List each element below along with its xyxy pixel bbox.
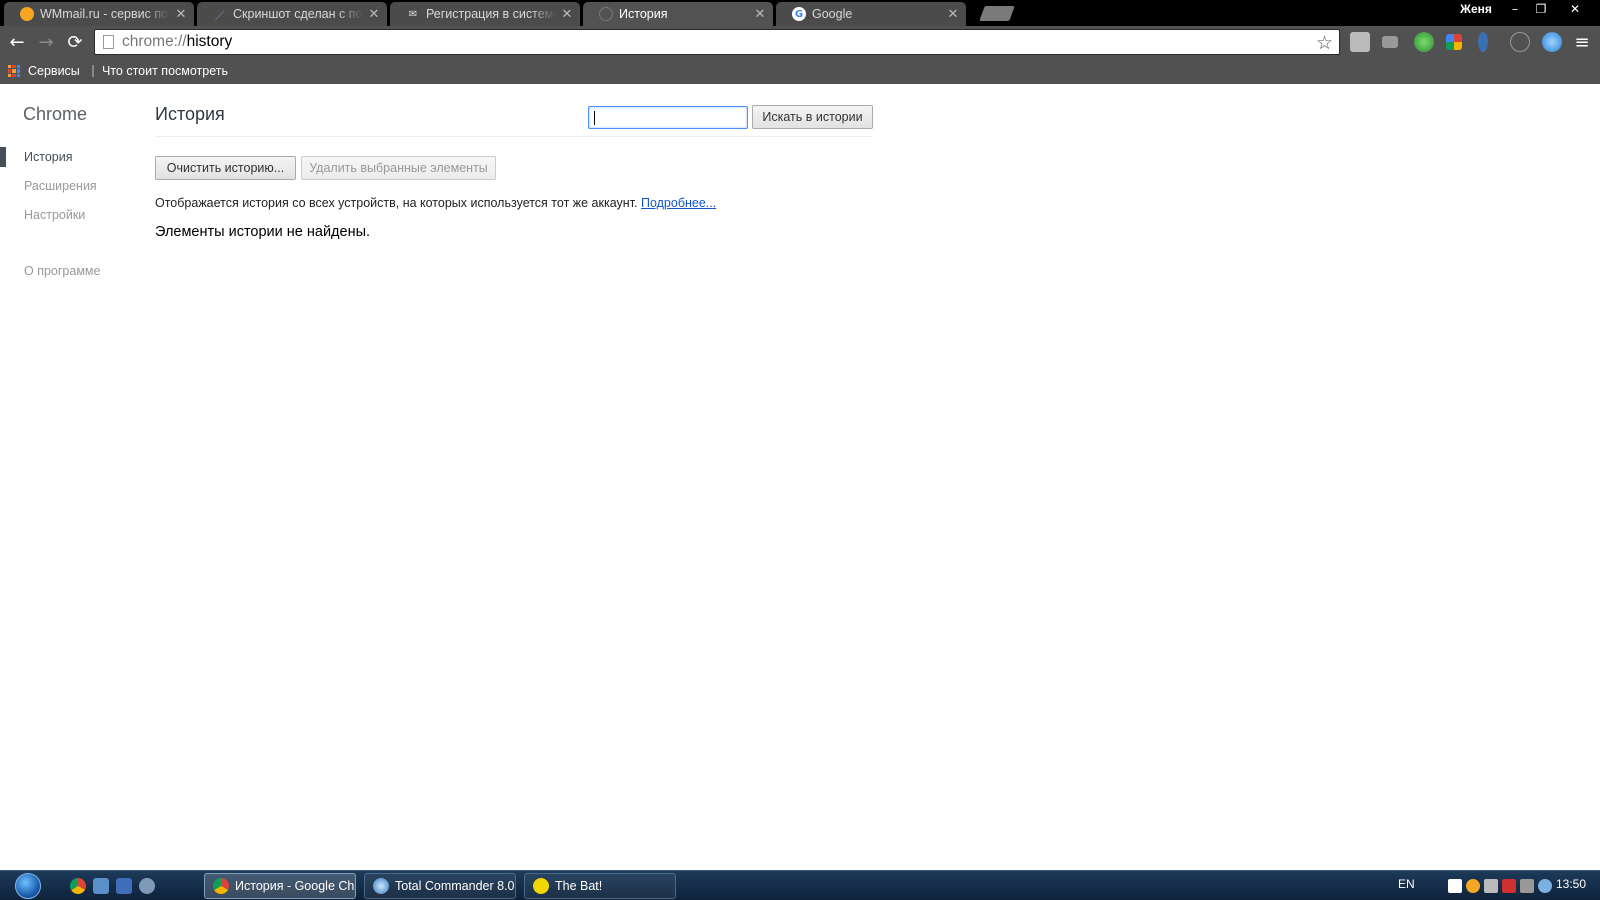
close-icon[interactable]: ✕ (174, 7, 188, 22)
close-window-button[interactable]: ✕ (1560, 0, 1590, 18)
tab-wmmail[interactable]: WMmail.ru - сервис почтовых рассылок ✕ (4, 2, 194, 26)
bookmark-apps[interactable]: Сервисы (8, 58, 80, 84)
document-icon (92, 65, 94, 77)
extension-icon-5[interactable] (1478, 32, 1488, 52)
chrome-quicklaunch-icon[interactable] (70, 878, 86, 894)
page-title: История (155, 104, 225, 124)
sidebar-item-settings[interactable]: Настройки (0, 205, 85, 225)
chrome-icon (213, 878, 229, 894)
taskbar-item-the-bat[interactable]: The Bat! (524, 873, 676, 899)
tab-webmoney[interactable]: ✉ Регистрация в системе WebMoney ✕ (390, 2, 580, 26)
clear-history-button[interactable]: Очистить историю... (155, 156, 296, 180)
tray-icon-6[interactable] (1538, 879, 1552, 893)
desktop-quicklaunch-icon[interactable] (93, 878, 109, 894)
tab-google[interactable]: G Google ✕ (776, 2, 966, 26)
menu-icon[interactable]: ≡ (1570, 30, 1594, 54)
total-commander-icon (373, 878, 389, 894)
tab-title: Скриншот сделан с помощью (233, 7, 363, 21)
sync-info-text: Отображается история со всех устройств, … (155, 196, 717, 210)
taskbar: История - Google Chrome Total Commander … (0, 870, 1600, 900)
restore-button[interactable]: ❐ (1528, 0, 1554, 18)
wmmail-icon (20, 7, 34, 21)
taskbar-item-total-commander[interactable]: Total Commander 8.01 (364, 873, 516, 899)
bookmark-star-icon[interactable]: ☆ (1316, 32, 1333, 54)
sidebar-item-about[interactable]: О программе (0, 261, 100, 281)
bookmarks-bar: Сервисы Что стоит посмотреть (0, 58, 1600, 84)
extension-icon-2[interactable] (1382, 36, 1398, 48)
back-button[interactable]: ← (5, 30, 29, 54)
close-icon[interactable]: ✕ (367, 7, 381, 22)
tab-title: WMmail.ru - сервис почтовых рассылок (40, 7, 170, 21)
taskbar-item-chrome[interactable]: История - Google Chrome (204, 873, 356, 899)
sidebar-item-extensions[interactable]: Расширения (0, 176, 97, 196)
extension-icon-7[interactable] (1542, 32, 1562, 52)
toolbar: ← → ⟳ chrome://history ☆ ≡ (0, 26, 1600, 58)
sidebar-item-history[interactable]: История (0, 147, 72, 167)
clock[interactable]: 13:50 (1556, 877, 1586, 891)
sidebar-title: Chrome (23, 104, 88, 124)
learn-more-link[interactable]: Подробнее... (641, 196, 716, 210)
play-icon[interactable] (1510, 32, 1530, 52)
delete-selected-button[interactable]: Удалить выбранные элементы (301, 156, 496, 180)
tab-title: Google (812, 7, 853, 21)
text-caret (594, 111, 595, 125)
bookmark-what-to-watch[interactable]: Что стоит посмотреть (92, 58, 228, 84)
tab-title: Регистрация в системе WebMoney (426, 7, 556, 21)
tab-title: История (619, 7, 668, 21)
bookmark-label: Что стоит посмотреть (102, 64, 228, 78)
title-divider (155, 136, 873, 137)
extension-icon-1[interactable] (1350, 32, 1370, 52)
new-tab-button[interactable] (979, 6, 1015, 21)
save-quicklaunch-icon[interactable] (116, 878, 132, 894)
start-button[interactable] (12, 871, 44, 900)
reload-button[interactable]: ⟳ (63, 30, 87, 54)
the-bat-icon (533, 878, 549, 894)
close-icon[interactable]: ✕ (946, 7, 960, 22)
minimize-button[interactable]: – (1502, 0, 1528, 18)
history-search-input[interactable] (588, 106, 748, 129)
tray-icon-2[interactable] (1466, 879, 1480, 893)
google-icon: G (792, 7, 806, 21)
forward-button[interactable]: → (34, 30, 58, 54)
language-indicator[interactable]: EN (1398, 877, 1415, 891)
app-quicklaunch-icon[interactable] (139, 878, 155, 894)
tab-screenshot[interactable]: ／ Скриншот сделан с помощью ✕ (197, 2, 387, 26)
page-icon (103, 35, 114, 49)
windows-orb-icon (15, 873, 41, 899)
globe-icon[interactable] (1414, 32, 1434, 52)
bookmark-label: Сервисы (28, 64, 80, 78)
apps-grid-icon (8, 65, 20, 77)
history-icon (599, 7, 613, 21)
mail-icon: ✉ (408, 8, 418, 20)
tab-history[interactable]: История ✕ (583, 2, 773, 26)
close-icon[interactable]: ✕ (753, 7, 767, 22)
profile-name[interactable]: Женя (1454, 0, 1498, 18)
search-history-button[interactable]: Искать в истории (752, 105, 873, 129)
url-text: chrome://history (122, 33, 233, 50)
extension-icon-4[interactable] (1446, 34, 1462, 50)
shield-icon[interactable] (1502, 879, 1516, 893)
tray-icon-1[interactable] (1448, 879, 1462, 893)
network-icon[interactable] (1520, 879, 1534, 893)
tab-strip: WMmail.ru - сервис почтовых рассылок ✕ ／… (0, 0, 1600, 26)
address-bar[interactable]: chrome://history ☆ (94, 29, 1340, 55)
empty-history-message: Элементы истории не найдены. (155, 224, 371, 240)
volume-icon[interactable] (1484, 879, 1498, 893)
feather-icon: ／ (215, 10, 225, 22)
close-icon[interactable]: ✕ (560, 7, 574, 22)
